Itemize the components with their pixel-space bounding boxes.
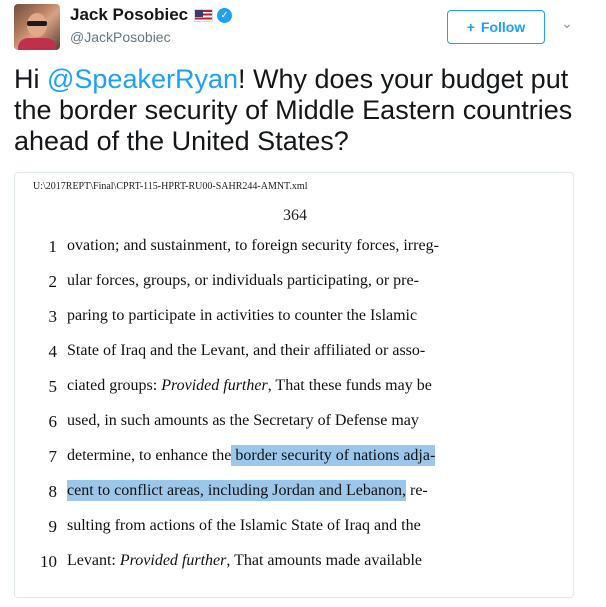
- avatar-shirt: [18, 38, 56, 50]
- chevron-down-icon[interactable]: ⌄: [560, 16, 574, 30]
- line-text-part: re-: [406, 482, 428, 499]
- display-name[interactable]: Jack Posobiec: [70, 5, 188, 25]
- follow-button[interactable]: + Follow: [447, 10, 545, 44]
- line-text: paring to participate in activities to c…: [67, 307, 418, 324]
- line-text-part: ciated groups:: [67, 377, 162, 394]
- line-number: 2: [48, 272, 58, 291]
- line-text-part: , That these funds may be: [267, 377, 432, 394]
- document-line: 2 ular forces, groups, or individuals pa…: [15, 268, 573, 296]
- document-line: 9 sulting from actions of the Islamic St…: [15, 513, 573, 541]
- document-page-number: 364: [283, 207, 307, 224]
- document-line: 4 State of Iraq and the Levant, and thei…: [15, 338, 573, 366]
- line-number: 8: [48, 482, 58, 501]
- line-text: ular forces, groups, or individuals part…: [67, 272, 419, 289]
- highlighted-text: cent to conflict areas, including Jordan…: [67, 480, 406, 501]
- line-text: used, in such amounts as the Secretary o…: [67, 412, 419, 429]
- add-user-icon: +: [466, 19, 475, 35]
- line-text-part: Levant:: [67, 552, 120, 569]
- avatar-sunglasses: [27, 21, 47, 26]
- line-text: cent to conflict areas, including Jordan…: [67, 480, 527, 501]
- verified-badge-icon: ✓: [217, 7, 233, 23]
- line-text: determine, to enhance the border securit…: [67, 445, 527, 466]
- line-text-italic: Provided further: [119, 552, 227, 569]
- tweet-text-part: Hi: [14, 64, 47, 94]
- line-number: 3: [48, 307, 58, 326]
- document-file-path: U:\2017REPT\Final\CPRT-115-HPRT-RU00-SAH…: [33, 181, 308, 192]
- line-text-part: , That amounts made available: [226, 552, 423, 569]
- line-text: sulting from actions of the Islamic Stat…: [67, 517, 421, 534]
- document-line: 7 determine, to enhance the border secur…: [15, 443, 573, 471]
- highlighted-text: border security of nations adja-: [231, 445, 436, 466]
- attached-document-image[interactable]: U:\2017REPT\Final\CPRT-115-HPRT-RU00-SAH…: [14, 172, 574, 598]
- document-line: 6 used, in such amounts as the Secretary…: [15, 408, 573, 436]
- line-text: Levant: Provided further, That amounts m…: [67, 552, 527, 570]
- document-line: 10 Levant: Provided further, That amount…: [15, 548, 573, 576]
- line-number: 10: [40, 552, 57, 571]
- avatar[interactable]: [14, 4, 60, 50]
- document-line: 1 ovation; and sustainment, to foreign s…: [15, 233, 573, 261]
- us-flag-icon: [194, 8, 214, 22]
- line-number: 5: [48, 377, 58, 396]
- document-line: 8 cent to conflict areas, including Jord…: [15, 478, 573, 506]
- line-text: ovation; and sustainment, to foreign sec…: [67, 237, 439, 254]
- line-text: State of Iraq and the Levant, and their …: [67, 342, 426, 359]
- line-number: 7: [48, 447, 58, 466]
- document-line: 5 ciated groups: Provided further, That …: [15, 373, 573, 401]
- line-number: 6: [48, 412, 58, 431]
- user-handle[interactable]: @JackPosobiec: [70, 29, 171, 45]
- line-number: 4: [48, 342, 58, 361]
- document-line: 3 paring to participate in activities to…: [15, 303, 573, 331]
- line-text: ciated groups: Provided further, That th…: [67, 377, 527, 395]
- mention-link[interactable]: @SpeakerRyan: [47, 64, 238, 94]
- tweet-card: Jack Posobiec ✓ @JackPosobiec + Follow ⌄…: [0, 0, 606, 607]
- line-text-part: determine, to enhance the: [67, 447, 232, 464]
- follow-button-label: Follow: [480, 19, 526, 35]
- line-number: 9: [48, 517, 58, 536]
- name-row: Jack Posobiec ✓: [70, 4, 233, 26]
- line-text-italic: Provided further: [161, 377, 268, 394]
- tweet-text: Hi @SpeakerRyan! Why does your budget pu…: [14, 64, 584, 157]
- line-number: 1: [48, 237, 58, 256]
